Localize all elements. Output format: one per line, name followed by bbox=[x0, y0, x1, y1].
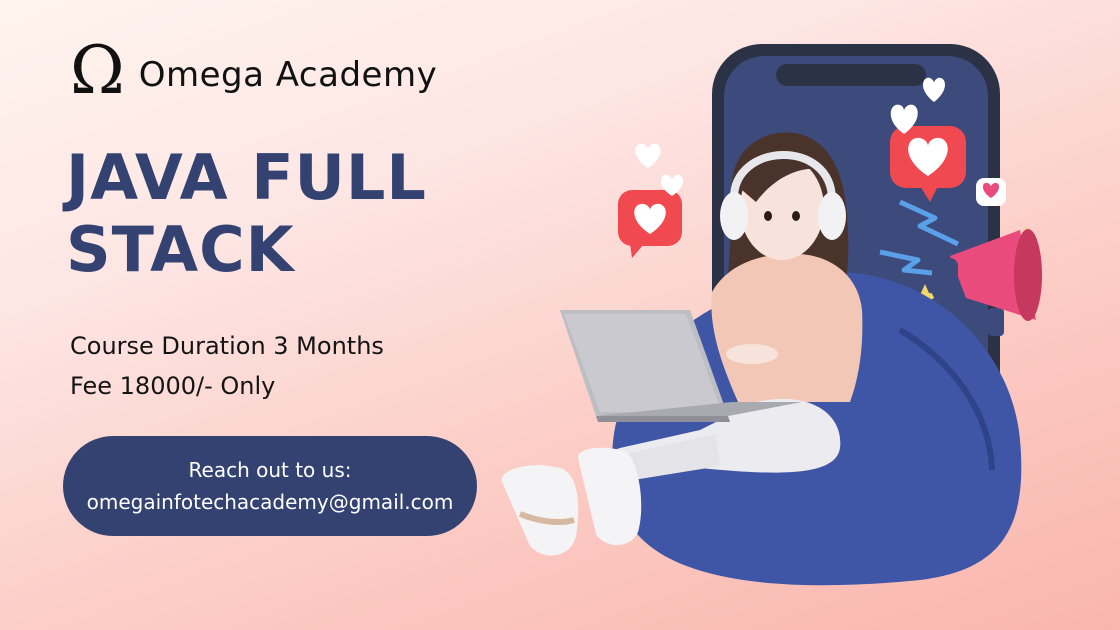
contact-banner: Reach out to us: omegainfotechacademy@gm… bbox=[63, 436, 477, 536]
course-title-line-1: JAVA FULL bbox=[66, 141, 427, 214]
course-title-line-2: STACK bbox=[66, 213, 295, 286]
brand-name: Omega Academy bbox=[138, 55, 438, 95]
course-fee: Fee 18000/- Only bbox=[70, 372, 276, 400]
contact-email-link[interactable]: omegainfotechacademy@gmail.com bbox=[63, 486, 477, 518]
student-illustration bbox=[501, 44, 1042, 586]
omega-logo-icon: Ω bbox=[70, 32, 125, 109]
brand-logo: Ω Omega Academy bbox=[70, 38, 437, 104]
contact-label: Reach out to us: bbox=[188, 458, 352, 482]
course-title: JAVA FULL STACK bbox=[66, 142, 536, 286]
course-details: Course Duration 3 Months Fee 18000/- Onl… bbox=[70, 326, 384, 406]
course-duration: Course Duration 3 Months bbox=[70, 332, 384, 360]
